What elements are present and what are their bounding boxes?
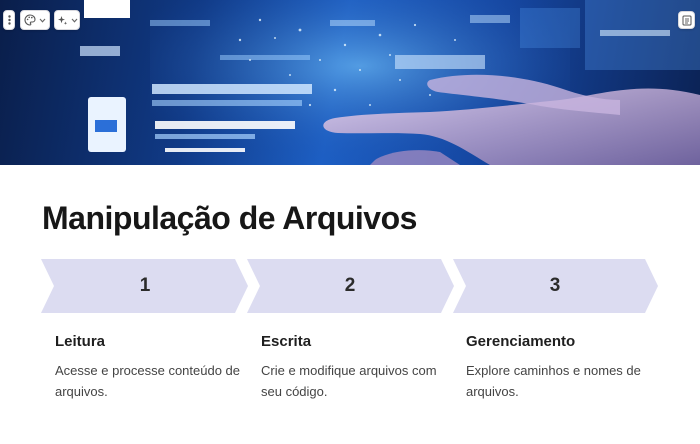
notes-icon <box>682 15 691 25</box>
step-description-3: Explore caminhos e nomes de arquivos. <box>466 363 641 399</box>
step-heading-3: Gerenciamento <box>466 333 576 350</box>
step-description-2: Crie e modifique arquivos com seu código… <box>261 363 437 399</box>
hero-illustration <box>80 0 700 165</box>
ai-assist-button[interactable] <box>54 10 80 30</box>
step-number-1: 1 <box>139 275 151 296</box>
slide: Manipulação de Arquivos 1 2 3 Leitura Ac… <box>0 0 700 444</box>
theme-button[interactable] <box>20 10 50 30</box>
chevron-down-icon <box>71 18 77 23</box>
step-description-1: Acesse e processe conteúdo de arquivos. <box>55 363 241 399</box>
slide-title: Manipulação de Arquivos <box>42 200 417 236</box>
drag-handle-button[interactable] <box>3 10 15 30</box>
speaker-notes-button[interactable] <box>678 11 695 29</box>
process-steps: 1 2 3 <box>41 259 661 313</box>
step-number-3: 3 <box>549 275 561 296</box>
vertical-dots-icon <box>7 15 11 25</box>
step-number-2: 2 <box>344 275 356 296</box>
palette-icon <box>24 14 36 26</box>
sparkle-icon <box>57 15 67 25</box>
chevron-down-icon <box>39 18 46 23</box>
step-heading-2: Escrita <box>261 333 312 350</box>
step-heading-1: Leitura <box>55 333 106 350</box>
hero-image <box>0 0 700 165</box>
